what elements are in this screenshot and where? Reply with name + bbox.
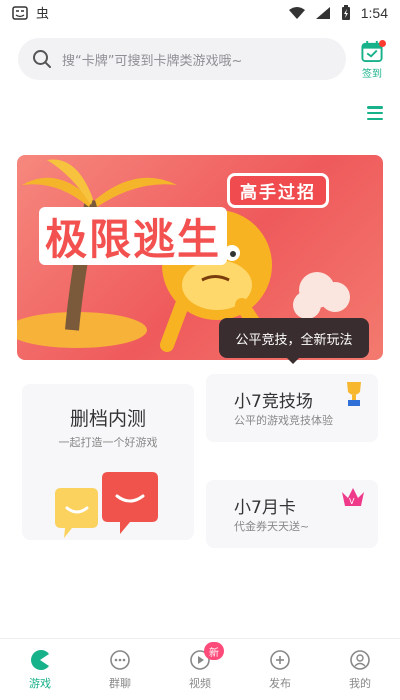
signal-icon <box>315 7 330 19</box>
tab-label: 游戏 <box>29 676 51 690</box>
card-subtitle: 公平的游戏竞技体验 <box>234 414 333 427</box>
tab-video[interactable]: 视频 <box>160 639 240 700</box>
trophy-icon <box>347 382 361 406</box>
card-title: 小7月卡 <box>234 498 296 518</box>
face-icon <box>12 6 28 20</box>
search-input[interactable]: 搜“卡牌”可搜到卡牌类游戏哦~ <box>18 38 346 80</box>
status-bar: 虫 1:54 <box>0 0 400 26</box>
tab-group-chat[interactable]: 群聊 <box>80 639 160 700</box>
chat-icon <box>109 649 131 671</box>
tab-me[interactable]: 我的 <box>320 639 400 700</box>
tab-label: 发布 <box>269 676 291 690</box>
card-subtitle: 一起打造一个好游戏 <box>58 436 158 449</box>
menu-icon[interactable] <box>367 106 383 120</box>
checkin-button[interactable]: 签到 <box>356 40 388 80</box>
card-title: 小7竞技场 <box>234 392 313 412</box>
me-icon <box>349 649 371 671</box>
bug-icon: 虫 <box>36 7 49 20</box>
svg-text:虫: 虫 <box>36 7 49 20</box>
banner-tooltip: 公平竞技，全新玩法 <box>219 318 369 364</box>
tab-label: 我的 <box>349 676 371 690</box>
search-icon <box>33 50 51 68</box>
wifi-icon <box>288 7 305 19</box>
bottom-nav: 游戏 群聊 视频 发布 我的 <box>0 638 400 700</box>
card-title: 删档内测 <box>69 408 146 430</box>
beta-test-card[interactable]: 删档内测 一起打造一个好游戏 <box>22 384 194 540</box>
tab-publish[interactable]: 发布 <box>240 639 320 700</box>
tab-games[interactable]: 游戏 <box>0 639 80 700</box>
tab-label: 视频 <box>189 676 211 690</box>
pacman-icon <box>29 649 51 671</box>
publish-icon <box>269 649 291 671</box>
checkin-label: 签到 <box>362 69 382 80</box>
banner-title: 极限逃生 <box>45 214 222 264</box>
banner-title-box: 极限逃生 <box>39 207 228 265</box>
crown-icon: V <box>342 488 364 506</box>
battery-icon <box>341 5 350 20</box>
monthly-card[interactable]: 小7月卡 代金券天天送~ V <box>206 480 378 548</box>
clock: 1:54 <box>360 5 388 21</box>
chat-bubbles-icon <box>55 472 158 538</box>
svg-text:V: V <box>349 497 355 506</box>
card-subtitle: 代金券天天送~ <box>234 520 310 533</box>
search-placeholder: 搜“卡牌”可搜到卡牌类游戏哦~ <box>62 53 243 69</box>
notification-dot <box>379 40 386 47</box>
tab-label: 群聊 <box>109 676 131 690</box>
arena-card[interactable]: 小7竞技场 公平的游戏竞技体验 <box>206 374 378 442</box>
new-badge: 新 <box>204 642 224 660</box>
banner-chip: 高手过招 <box>227 173 329 208</box>
